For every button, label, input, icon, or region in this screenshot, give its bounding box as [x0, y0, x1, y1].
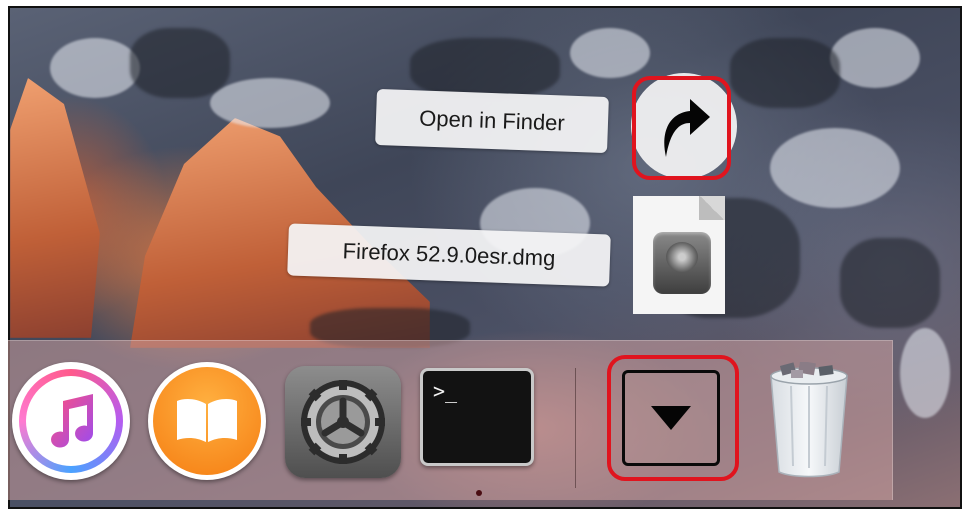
itunes-inner [26, 376, 116, 466]
open-in-finder-text: Open in Finder [418, 105, 566, 136]
open-button-highlight [632, 76, 731, 180]
wallpaper-snow [570, 28, 650, 78]
wallpaper-rock [730, 38, 840, 108]
wallpaper-snow [770, 128, 900, 208]
terminal-prompt: >_ [433, 379, 458, 403]
dock-item-system-preferences[interactable] [285, 366, 401, 478]
running-indicator-dot [476, 490, 482, 496]
dock-item-ibooks[interactable] [148, 362, 266, 480]
itunes-icon [51, 394, 94, 448]
wallpaper-rock [410, 38, 560, 98]
wallpaper-snow [900, 328, 950, 418]
dock-item-terminal[interactable]: >_ [420, 368, 534, 466]
dock-separator [575, 368, 576, 488]
wallpaper-snow [50, 38, 140, 98]
wallpaper-snow [210, 78, 330, 128]
wallpaper-rock [130, 28, 230, 98]
wallpaper-rock [840, 238, 940, 328]
ibooks-inner [153, 367, 261, 475]
dock-item-itunes[interactable] [12, 362, 130, 480]
trash-icon [770, 360, 848, 478]
wallpaper-snow [830, 28, 920, 88]
dmg-page-fold [699, 196, 725, 220]
file-name: Firefox 52.9.0esr.dmg [342, 238, 556, 271]
dmg-disk-image-icon [653, 232, 711, 294]
dock-item-trash[interactable] [765, 360, 853, 478]
gear-icon [301, 380, 385, 464]
open-in-finder-label[interactable]: Open in Finder [375, 88, 609, 154]
wallpaper-peak [10, 78, 100, 338]
downloads-highlight [607, 355, 739, 481]
itunes-ring [19, 369, 123, 473]
ibooks-icon [177, 399, 237, 442]
